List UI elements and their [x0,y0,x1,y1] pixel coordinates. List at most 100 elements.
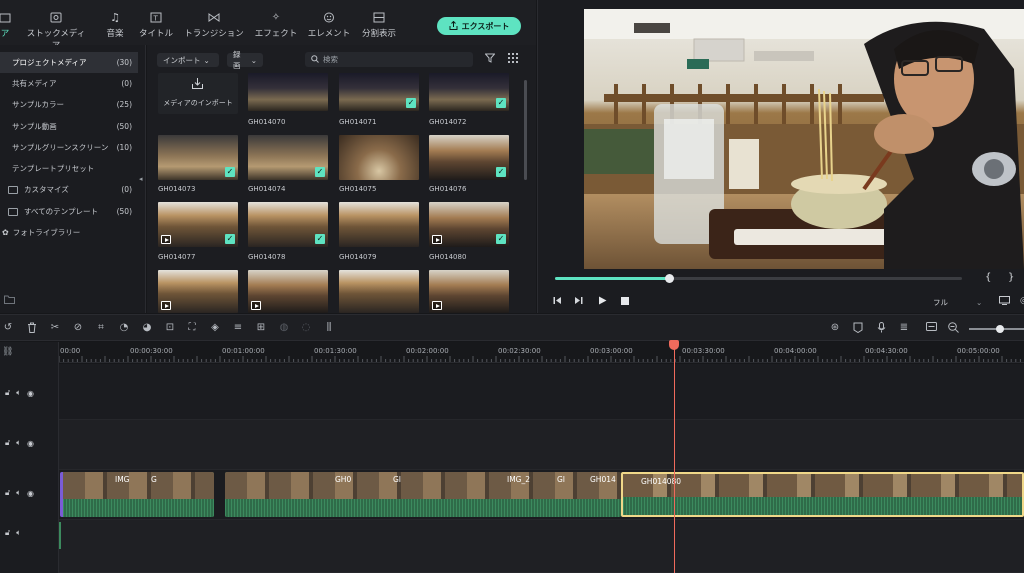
link-icon[interactable]: ⛓ [2,347,13,357]
zoom-select[interactable]: フル ⌄ [927,295,989,309]
media-thumb-GH014076[interactable]: ✓ [429,135,509,180]
lock-icon[interactable]: 🔓︎ [5,528,10,538]
zoom-out-icon[interactable] [947,322,959,334]
sidebar-item-template-presets[interactable]: テンプレートプリセット [0,158,138,179]
media-thumb-label: GH014079 [339,253,377,261]
tab-label: タイトル [138,29,173,39]
lock-icon[interactable]: 🔓︎ [5,438,10,448]
display-icon[interactable] [999,296,1010,307]
microphone-icon[interactable] [875,322,887,334]
speaker-icon[interactable]: 🔈︎ [16,438,21,448]
media-thumb[interactable] [248,270,328,313]
crop-icon[interactable]: ⌗ [95,322,107,334]
media-thumb-GH014075[interactable] [339,135,419,180]
marker-icon[interactable] [852,322,864,334]
track-headers: ⛓ 🔓︎ 🔈︎ ◉ 🔓︎ 🔈︎ ◉ 🔓︎ 🔈︎ ◉ 🔓︎ 🔈︎ [0,342,59,573]
render-icon[interactable]: ⊛ [829,322,841,334]
delete-icon[interactable] [26,322,38,334]
playhead-handle[interactable] [669,340,679,350]
media-thumb-GH014071[interactable]: ✓ [339,73,419,111]
tab-split-screen[interactable]: 分割表示 [348,12,410,39]
snapshot-icon[interactable]: ◎ [1020,296,1024,306]
play-icon[interactable] [598,296,607,307]
sidebar-item-sample-green-screen[interactable]: サンプルグリーンスクリーン (10) [0,137,138,158]
record-dropdown[interactable]: 録画 ⌄ [227,50,263,70]
freeze-frame-icon[interactable]: ⊡ [164,322,176,334]
sidebar-item-customize[interactable]: カスタマイズ (0) [0,179,138,200]
split-clip-icon[interactable]: ⊞ [255,322,267,334]
new-folder-icon[interactable] [4,295,15,306]
sidebar-item-photo-library[interactable]: ✿ フォトライブラリー [0,222,138,243]
mark-out-button[interactable]: } [1008,272,1014,283]
video-icon [161,235,171,244]
media-thumb-GH014073[interactable]: ✓ [158,135,238,180]
zoom-value: フル [933,297,948,307]
step-back-icon[interactable] [552,296,562,307]
lock-icon[interactable]: 🔓︎ [5,488,10,498]
sidebar-item-all-templates[interactable]: すべてのテンプレート (50) [0,201,138,222]
search-placeholder: 検索 [323,55,338,64]
clip-frames [63,472,214,499]
sidebar-item-label: プロジェクトメディア [12,58,87,67]
sidebar-item-sample-video[interactable]: サンプル動画 (50) [0,116,138,137]
media-scrollbar[interactable] [524,80,527,180]
stop-icon[interactable] [621,297,629,307]
tab-title[interactable]: T タイトル [125,12,187,39]
eye-icon[interactable]: ◉ [27,439,34,448]
import-dropdown[interactable]: インポート ⌄ [157,53,219,67]
timeline-ruler[interactable]: 00:00 00:00:30:00 00:01:00:00 00:01:30:0… [59,342,1024,363]
zoom-slider[interactable] [969,325,1024,333]
playback-scrubber[interactable] [555,274,962,283]
cut-icon[interactable]: ✂ [49,322,61,334]
tab-transition[interactable]: トランジション [183,12,245,39]
media-thumb-GH014078[interactable]: ✓ [248,202,328,247]
timeline-clip[interactable]: IMG G [60,472,214,517]
media-thumb[interactable] [429,270,509,313]
media-thumb-GH014072[interactable]: ✓ [429,73,509,111]
speaker-icon[interactable]: 🔈︎ [16,528,21,538]
zoom-slider-knob[interactable] [996,325,1004,333]
media-thumb-label: GH014075 [339,185,377,193]
media-thumb[interactable] [158,270,238,313]
video-track-3[interactable] [59,364,1024,420]
speaker-icon[interactable]: 🔈︎ [16,488,21,498]
mark-in-button[interactable]: { [985,272,991,283]
media-thumb[interactable] [339,270,419,313]
subtitle-icon[interactable] [925,322,937,334]
sidebar-item-project-media[interactable]: プロジェクトメディア (30) [0,52,138,73]
collapse-sidebar-icon[interactable]: ◂ [139,175,143,183]
sidebar-item-sample-color[interactable]: サンプルカラー (25) [0,94,138,115]
video-track-2[interactable] [59,420,1024,470]
eye-icon[interactable]: ◉ [27,489,34,498]
step-forward-icon[interactable] [574,296,584,307]
color-icon[interactable]: ◕ [141,322,153,334]
undo-icon[interactable]: ↺ [2,322,14,334]
media-thumb-GH014080[interactable]: ✓ [429,202,509,247]
media-thumb-GH014079[interactable] [339,202,419,247]
audio-track[interactable] [59,520,1024,573]
disable-icon[interactable]: ⊘ [72,322,84,334]
fit-icon[interactable]: ⛶ [186,322,198,334]
voiceover-list-icon[interactable]: ≣ [898,322,910,334]
sidebar-item-shared-media[interactable]: 共有メディア (0) [0,73,138,94]
clip-name: GH014 [590,475,616,484]
scrubber-knob[interactable] [664,274,674,283]
filter-icon[interactable] [484,53,496,65]
timeline-clip-selected[interactable]: GH014080 [621,472,1024,517]
import-media-tile[interactable]: メディアのインポート [158,73,238,114]
keyframe-icon[interactable]: ◈ [209,322,221,334]
search-input[interactable]: 検索 [305,52,473,67]
lock-icon[interactable]: 🔓︎ [5,388,10,398]
media-thumb-GH014074[interactable]: ✓ [248,135,328,180]
speaker-icon[interactable]: 🔈︎ [16,388,21,398]
eye-icon[interactable]: ◉ [27,389,34,398]
media-thumb-label: GH014078 [248,253,286,261]
adjust-icon[interactable]: ≡ [232,322,244,334]
export-button[interactable]: エクスポート [437,17,521,35]
media-thumb-GH014077[interactable]: ✓ [158,202,238,247]
grid-view-icon[interactable] [508,53,518,65]
speed-icon[interactable]: ◔ [118,322,130,334]
timeline-clip[interactable]: GH0 GI IMG_2 GI GH014 [225,472,621,517]
audio-wave-icon[interactable]: ⫼ [323,322,335,334]
media-thumb-GH014070[interactable] [248,73,328,111]
